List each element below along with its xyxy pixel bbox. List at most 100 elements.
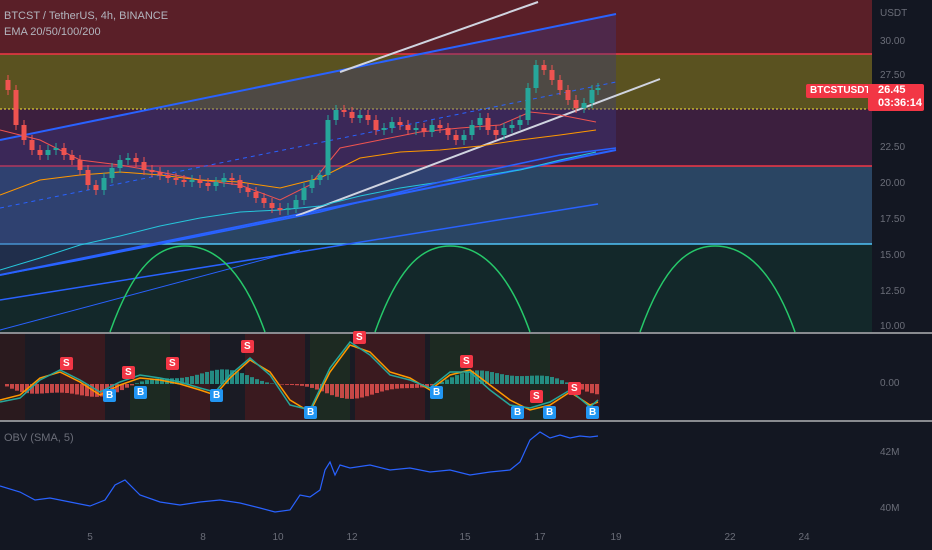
candle-body	[5, 80, 11, 90]
obv-tick: 42M	[880, 447, 900, 458]
sell-signal[interactable]: S	[241, 340, 254, 353]
candle-body	[293, 200, 299, 208]
candle-body	[117, 160, 123, 168]
histogram-bar	[360, 384, 364, 398]
candle-body	[21, 125, 27, 140]
histogram-bar	[80, 384, 84, 396]
candle-body	[173, 178, 179, 180]
date-label: 5	[87, 532, 93, 543]
candle-body	[213, 182, 219, 186]
candle-body	[77, 160, 83, 170]
histogram-bar	[285, 384, 289, 385]
sell-signal[interactable]: S	[568, 382, 581, 395]
histogram-bar	[140, 381, 144, 384]
histogram-bar	[195, 374, 199, 384]
candle-body	[277, 208, 283, 210]
histogram-bar	[505, 375, 509, 384]
candle-body	[205, 183, 211, 186]
buy-signal[interactable]: B	[586, 406, 600, 419]
buy-signal[interactable]: B	[304, 406, 318, 419]
histogram-bar	[450, 377, 454, 384]
buy-signal[interactable]: B	[210, 389, 224, 402]
candle-body	[357, 115, 363, 118]
candle-body	[565, 90, 571, 100]
price-tick: 12.50	[880, 286, 906, 297]
last-price-value: 26.45	[878, 84, 906, 96]
sell-signal[interactable]: S	[353, 331, 366, 344]
histogram-bar	[355, 384, 359, 399]
candle-body	[477, 118, 483, 125]
indicator-legend[interactable]: EMA 20/50/100/200	[4, 26, 101, 38]
bar-countdown: 03:36:14	[878, 97, 923, 109]
candle-body	[405, 125, 411, 130]
candle-body	[29, 140, 35, 150]
histogram-bar	[330, 384, 334, 396]
histogram-bar	[555, 378, 559, 384]
candle-body	[485, 118, 491, 130]
candle-body	[341, 110, 347, 112]
sell-signal[interactable]: S	[460, 355, 473, 368]
candle-body	[595, 88, 601, 90]
candle-body	[501, 128, 507, 135]
candle-body	[397, 122, 403, 125]
histogram-bar	[40, 384, 44, 394]
buy-signal[interactable]: B	[430, 386, 444, 399]
candle-body	[261, 198, 267, 203]
candle-body	[125, 158, 131, 160]
histogram-bar	[590, 384, 594, 394]
buy-signal[interactable]: B	[543, 406, 557, 419]
buy-signal[interactable]: B	[103, 389, 117, 402]
price-tick: 30.00	[880, 36, 906, 47]
histogram-bar	[145, 380, 149, 384]
price-axis-currency: USDT	[880, 8, 908, 19]
histogram-bar	[460, 373, 464, 384]
candle-body	[549, 70, 555, 80]
histogram-bar	[215, 369, 219, 384]
histogram-bar	[130, 384, 134, 386]
candle-body	[133, 158, 139, 162]
histogram-bar	[205, 371, 209, 384]
candle-body	[109, 168, 115, 178]
candle-body	[229, 178, 235, 180]
candle-body	[53, 148, 59, 150]
histogram-bar	[280, 384, 284, 385]
candle-body	[309, 180, 315, 188]
candle-body	[325, 120, 331, 175]
sell-signal[interactable]: S	[122, 366, 135, 379]
candle-body	[493, 130, 499, 135]
histogram-bar	[305, 384, 309, 387]
histogram-bar	[400, 384, 404, 389]
histogram-bar	[50, 384, 54, 393]
candle-body	[533, 65, 539, 88]
candle-body	[13, 90, 19, 125]
candle-body	[197, 180, 203, 183]
chart-canvas[interactable]	[0, 0, 932, 550]
sell-signal[interactable]: S	[166, 357, 179, 370]
candle-body	[557, 80, 563, 90]
price-tick: 20.00	[880, 178, 906, 189]
histogram-bar	[20, 384, 24, 393]
band-top-red	[0, 0, 872, 54]
histogram-bar	[325, 384, 329, 394]
histogram-bar	[265, 382, 269, 384]
sell-signal[interactable]: S	[530, 390, 543, 403]
chart-title[interactable]: BTCST / TetherUS, 4h, BINANCE	[4, 10, 168, 22]
histogram-bar	[550, 376, 554, 384]
band-bottom	[0, 244, 872, 332]
date-label: 8	[200, 532, 206, 543]
buy-signal[interactable]: B	[134, 386, 148, 399]
histogram-bar	[540, 375, 544, 384]
date-label: 12	[346, 532, 358, 543]
candle-body	[381, 128, 387, 130]
histogram-bar	[370, 384, 374, 395]
obv-title[interactable]: OBV (SMA, 5)	[4, 432, 74, 444]
candle-body	[509, 125, 515, 128]
sell-signal[interactable]: S	[60, 357, 73, 370]
date-label: 15	[459, 532, 471, 543]
candle-body	[333, 110, 339, 120]
buy-signal[interactable]: B	[511, 406, 525, 419]
last-price-tag: 26.45 03:36:14	[868, 84, 924, 111]
histogram-bar	[415, 384, 419, 388]
obv-tick: 40M	[880, 503, 900, 514]
candle-body	[93, 185, 99, 190]
